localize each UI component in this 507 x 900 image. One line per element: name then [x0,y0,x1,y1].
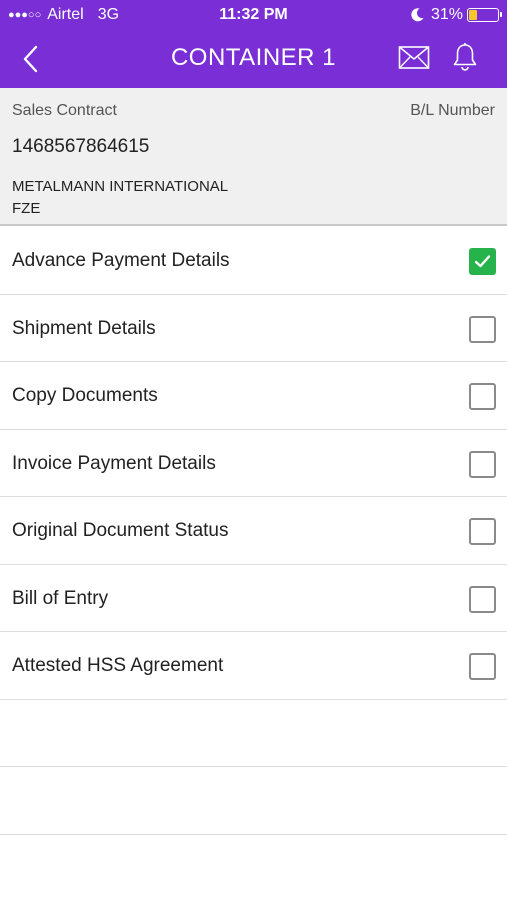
checklist-item[interactable]: Shipment Details [0,294,507,362]
checkmark-icon [474,255,491,268]
empty-row [0,767,507,835]
checklist-item-label: Copy Documents [12,385,158,406]
moon-icon [411,8,424,22]
battery-level [469,10,478,20]
company-name-line1: METALMANN INTERNATIONAL [12,178,229,195]
checklist-item[interactable]: Original Document Status [0,497,507,565]
contract-info-panel: Sales Contract B/L Number 1468567864615 … [0,88,507,226]
nav-bar: CONTAINER 1 [0,30,507,88]
checklist-item-label: Invoice Payment Details [12,452,216,474]
checklist-item[interactable]: Copy Documents [0,362,507,430]
checklist-item-label: Bill of Entry [12,587,109,609]
company-name: METALMANN INTERNATIONAL FZE [12,176,272,220]
checkbox[interactable] [469,383,496,410]
document-checklist: Advance Payment Details Shipment Details C… [0,227,507,835]
checklist-item[interactable]: Invoice Payment Details [0,429,507,497]
checkbox[interactable] [469,450,496,478]
checked-checkbox[interactable] [469,248,496,275]
checkbox[interactable] [469,518,496,545]
mail-icon[interactable] [398,45,430,71]
checklist-item[interactable]: Advance Payment Details [0,227,507,295]
empty-row [0,699,507,767]
checklist-item[interactable]: Attested HSS Agreement [0,632,507,700]
bl-number-label: B/L Number [410,102,495,119]
status-bar: ●●●○○ Airtel 3G 11:32 PM 31% [0,0,507,30]
checklist-item[interactable]: Bill of Entry [0,564,507,632]
checklist-item-label: Attested HSS Agreement [12,655,224,676]
checkbox[interactable] [469,653,496,680]
bell-icon[interactable] [452,42,478,72]
sales-contract-number: 1468567864615 [12,136,150,157]
battery-icon [467,8,502,22]
sales-contract-label: Sales Contract [12,102,117,119]
page-title: CONTAINER 1 [170,44,337,71]
checklist-item-label: Advance Payment Details [12,250,230,271]
company-name-line2: FZE [12,200,41,217]
checklist-item-label: Shipment Details [12,317,156,339]
checklist-item-label: Original Document Status [12,520,229,541]
battery-percent: 31% [430,6,463,23]
checkbox[interactable] [469,585,496,613]
checkbox[interactable] [469,315,496,343]
status-right: 31% [409,6,502,24]
